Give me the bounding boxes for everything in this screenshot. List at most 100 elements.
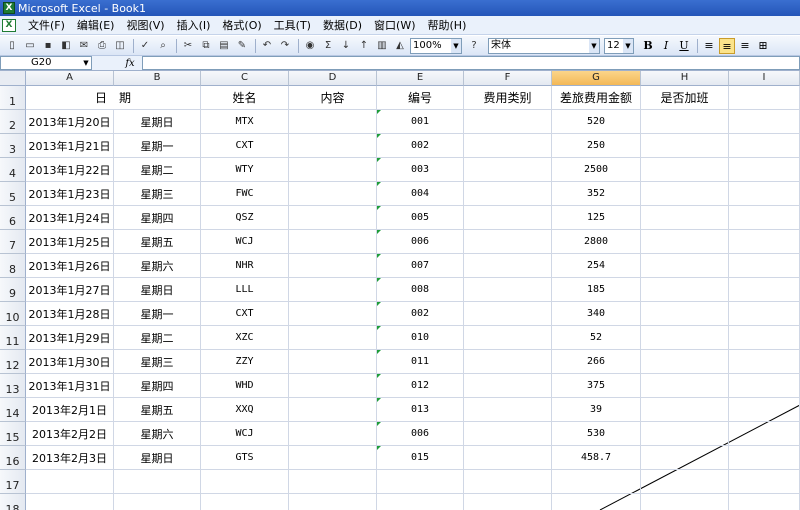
table-cell[interactable]: 39	[552, 398, 641, 422]
column-header-g[interactable]: G	[552, 71, 641, 86]
empty-cell[interactable]	[289, 470, 377, 494]
table-cell[interactable]	[464, 182, 552, 206]
table-cell[interactable]: 星期四	[114, 374, 201, 398]
research-icon[interactable]: ⌕	[155, 38, 171, 54]
table-cell[interactable]: 005	[377, 206, 464, 230]
table-cell[interactable]: CXT	[201, 302, 289, 326]
table-cell[interactable]: 520	[552, 110, 641, 134]
row-header[interactable]: 3	[0, 134, 26, 158]
column-header-a[interactable]: A	[26, 71, 114, 86]
table-cell[interactable]: MTX	[201, 110, 289, 134]
table-cell[interactable]: 星期五	[114, 398, 201, 422]
bold-button[interactable]: B	[640, 38, 656, 54]
table-cell[interactable]	[464, 302, 552, 326]
row-header[interactable]: 9	[0, 278, 26, 302]
align-right-icon[interactable]: ≡	[737, 38, 753, 54]
menu-edit[interactable]: 编辑(E)	[71, 17, 121, 33]
table-cell[interactable]	[729, 110, 800, 134]
table-cell[interactable]	[464, 350, 552, 374]
table-cell[interactable]	[641, 374, 729, 398]
table-cell[interactable]	[641, 110, 729, 134]
table-cell[interactable]: 星期五	[114, 230, 201, 254]
table-cell[interactable]	[729, 326, 800, 350]
empty-cell[interactable]	[729, 470, 800, 494]
empty-cell[interactable]	[552, 494, 641, 510]
column-header-h[interactable]: H	[641, 71, 729, 86]
italic-button[interactable]: I	[658, 38, 674, 54]
formula-input[interactable]	[142, 56, 800, 70]
menu-insert[interactable]: 插入(I)	[171, 17, 217, 33]
table-cell[interactable]: 星期六	[114, 422, 201, 446]
table-cell[interactable]: FWC	[201, 182, 289, 206]
hyperlink-icon[interactable]: ◉	[302, 38, 318, 54]
table-cell[interactable]	[641, 350, 729, 374]
table-cell[interactable]	[641, 302, 729, 326]
header-cell[interactable]: 姓名	[201, 86, 289, 110]
help-icon[interactable]: ?	[466, 38, 482, 54]
table-cell[interactable]: 2013年1月24日	[26, 206, 114, 230]
zoom-select[interactable]: 100% ▼	[410, 37, 462, 54]
table-cell[interactable]	[464, 326, 552, 350]
table-cell[interactable]	[729, 422, 800, 446]
menu-window[interactable]: 窗口(W)	[368, 17, 421, 33]
chart-wizard-icon[interactable]: ▥	[374, 38, 390, 54]
table-cell[interactable]	[289, 230, 377, 254]
autosum-icon[interactable]: Σ	[320, 38, 336, 54]
row-header[interactable]: 1	[0, 86, 26, 110]
row-header[interactable]: 12	[0, 350, 26, 374]
table-cell[interactable]: 2013年1月21日	[26, 134, 114, 158]
table-cell[interactable]: 002	[377, 134, 464, 158]
table-cell[interactable]	[289, 158, 377, 182]
undo-icon[interactable]: ↶	[259, 38, 275, 54]
table-cell[interactable]: GTS	[201, 446, 289, 470]
table-cell[interactable]: 250	[552, 134, 641, 158]
header-cell[interactable]: 内容	[289, 86, 377, 110]
table-cell[interactable]: XZC	[201, 326, 289, 350]
table-cell[interactable]: 2013年1月27日	[26, 278, 114, 302]
menu-format[interactable]: 格式(O)	[216, 17, 267, 33]
insert-function-icon[interactable]: fx	[120, 58, 140, 69]
header-cell[interactable]	[729, 86, 800, 110]
row-header[interactable]: 16	[0, 446, 26, 470]
table-cell[interactable]: LLL	[201, 278, 289, 302]
sort-ascending-icon[interactable]: ↓	[338, 38, 354, 54]
row-header[interactable]: 5	[0, 182, 26, 206]
font-size-select[interactable]: 12 ▼	[604, 37, 634, 54]
header-cell[interactable]: 费用类别	[464, 86, 552, 110]
table-cell[interactable]: 2013年2月1日	[26, 398, 114, 422]
table-cell[interactable]	[729, 158, 800, 182]
table-cell[interactable]	[641, 446, 729, 470]
table-cell[interactable]: 015	[377, 446, 464, 470]
table-cell[interactable]	[464, 422, 552, 446]
table-cell[interactable]: 星期一	[114, 302, 201, 326]
table-cell[interactable]	[289, 206, 377, 230]
table-cell[interactable]	[641, 254, 729, 278]
align-left-icon[interactable]: ≡	[701, 38, 717, 54]
open-icon[interactable]: ▭	[22, 38, 38, 54]
header-cell[interactable]: 是否加班	[641, 86, 729, 110]
font-name-select[interactable]: 宋体 ▼	[488, 37, 600, 54]
merge-center-icon[interactable]: ⊞	[755, 38, 771, 54]
empty-cell[interactable]	[289, 494, 377, 510]
table-cell[interactable]: 星期二	[114, 158, 201, 182]
column-header-d[interactable]: D	[289, 71, 377, 86]
chevron-down-icon[interactable]: ▼	[623, 38, 633, 53]
empty-cell[interactable]	[377, 470, 464, 494]
table-cell[interactable]: 星期三	[114, 350, 201, 374]
row-header[interactable]: 17	[0, 470, 26, 494]
table-cell[interactable]	[729, 182, 800, 206]
menu-data[interactable]: 数据(D)	[317, 17, 368, 33]
row-header[interactable]: 14	[0, 398, 26, 422]
table-cell[interactable]: 2800	[552, 230, 641, 254]
table-cell[interactable]	[464, 254, 552, 278]
table-cell[interactable]: 006	[377, 422, 464, 446]
table-cell[interactable]: 2013年1月28日	[26, 302, 114, 326]
menu-help[interactable]: 帮助(H)	[422, 17, 473, 33]
table-cell[interactable]	[464, 230, 552, 254]
chevron-down-icon[interactable]: ▼	[81, 57, 91, 69]
row-header[interactable]: 11	[0, 326, 26, 350]
table-cell[interactable]	[464, 158, 552, 182]
empty-cell[interactable]	[377, 494, 464, 510]
table-cell[interactable]: WHD	[201, 374, 289, 398]
table-cell[interactable]	[641, 182, 729, 206]
